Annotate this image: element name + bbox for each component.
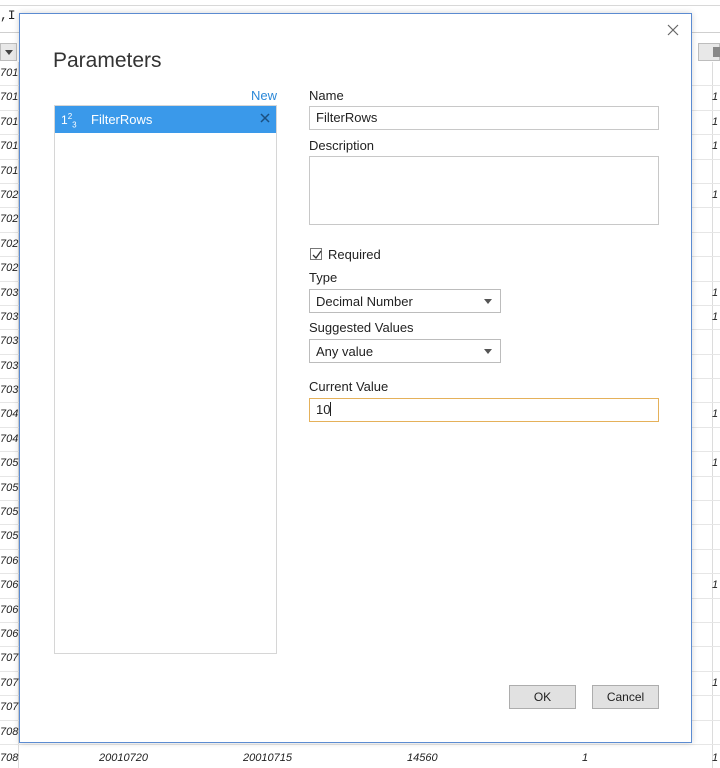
table-cell: 701 (0, 67, 19, 79)
table-cell: 1 (712, 140, 719, 153)
close-icon (260, 113, 270, 123)
delete-parameter-button[interactable] (258, 111, 272, 125)
table-cell: 20010715 (243, 752, 292, 764)
text-caret (330, 402, 332, 416)
ok-button[interactable]: OK (509, 685, 576, 709)
table-cell: 1 (712, 457, 719, 470)
new-parameter-link[interactable]: New (251, 88, 277, 103)
type-select[interactable]: Decimal Number (309, 289, 501, 313)
chevron-down-icon (484, 349, 492, 354)
table-cell: 705 (0, 506, 19, 519)
required-label: Required (328, 247, 381, 262)
table-cell: 1 (582, 752, 589, 764)
table-cell: 1 (712, 752, 719, 764)
dialog-title: Parameters (53, 49, 162, 72)
column-header[interactable] (698, 43, 720, 61)
table-cell: 701 (0, 140, 19, 153)
close-button[interactable] (665, 22, 683, 40)
123-icon: 123 (61, 112, 77, 130)
table-cell: 705 (0, 481, 19, 494)
table-cell: 1 (712, 91, 719, 104)
table-cell: 701 (0, 115, 19, 128)
parameter-name: FilterRows (91, 112, 153, 127)
table-cell: 706 (0, 554, 19, 567)
table-cell: 701 (0, 164, 19, 177)
type-select-value: Decimal Number (316, 294, 413, 309)
table-cell: 704 (0, 432, 19, 445)
current-value-text: 10 (316, 402, 331, 417)
table-cell: 707 (0, 652, 19, 665)
table-cell: 14560 (407, 752, 438, 764)
cancel-button[interactable]: Cancel (592, 685, 659, 709)
table-cell: 705 (0, 530, 19, 543)
table-cell: 707 (0, 676, 19, 689)
name-label: Name (309, 88, 344, 103)
description-label: Description (309, 138, 375, 153)
table-cell: 706 (0, 579, 19, 592)
table-cell: 702 (0, 237, 19, 250)
table-cell: 701 (0, 91, 19, 104)
table-cell: 706 (0, 627, 19, 640)
chevron-down-icon (5, 50, 13, 55)
table-cell: 1 (712, 579, 719, 592)
table-cell: 702 (0, 213, 19, 226)
table-cell: 1 (712, 188, 719, 201)
table-cell: 703 (0, 359, 19, 372)
current-value-label: Current Value (309, 379, 389, 394)
parameter-list: 123 FilterRows (54, 105, 277, 654)
name-field[interactable]: FilterRows (309, 106, 659, 130)
table-cell: 707 (0, 701, 19, 714)
chevron-down-icon (484, 299, 492, 304)
current-value-field[interactable]: 10 (309, 398, 659, 422)
table-cell: 702 (0, 262, 19, 275)
table-cell: 705 (0, 457, 19, 470)
table-cell: 703 (0, 310, 19, 323)
parameters-dialog: Parameters New 123 FilterRows Name Filte… (19, 13, 692, 743)
divider (0, 5, 720, 6)
description-field[interactable] (309, 156, 659, 225)
check-icon (312, 250, 322, 260)
table-row: 708 20010720 20010715 14560 1 1 (0, 745, 720, 768)
table-cell: 708 (0, 752, 19, 764)
suggested-values-label: Suggested Values (309, 320, 414, 335)
formula-bar-text[interactable]: ,I (0, 8, 16, 30)
table-cell: 1 (712, 676, 719, 689)
table-cell: 1 (712, 408, 719, 421)
table-cell: 1 (712, 310, 719, 323)
table-cell: 20010720 (99, 752, 148, 764)
table-cell: 708 (0, 725, 19, 738)
table-cell: 706 (0, 603, 19, 616)
list-item-filterrows[interactable]: 123 FilterRows (55, 106, 276, 133)
column-header-dropdown[interactable] (0, 43, 17, 61)
column-type-icon (713, 47, 720, 57)
required-checkbox[interactable] (310, 248, 322, 260)
table-cell: 703 (0, 286, 19, 299)
table-cell: 703 (0, 384, 19, 397)
table-cell: 1 (712, 286, 719, 299)
suggested-values-value: Any value (316, 344, 374, 359)
table-cell: 702 (0, 188, 19, 201)
type-label: Type (309, 270, 338, 285)
table-cell: 1 (712, 115, 719, 128)
table-cell: 703 (0, 335, 19, 348)
suggested-values-select[interactable]: Any value (309, 339, 501, 363)
close-icon (667, 24, 679, 36)
table-cell: 704 (0, 408, 19, 421)
